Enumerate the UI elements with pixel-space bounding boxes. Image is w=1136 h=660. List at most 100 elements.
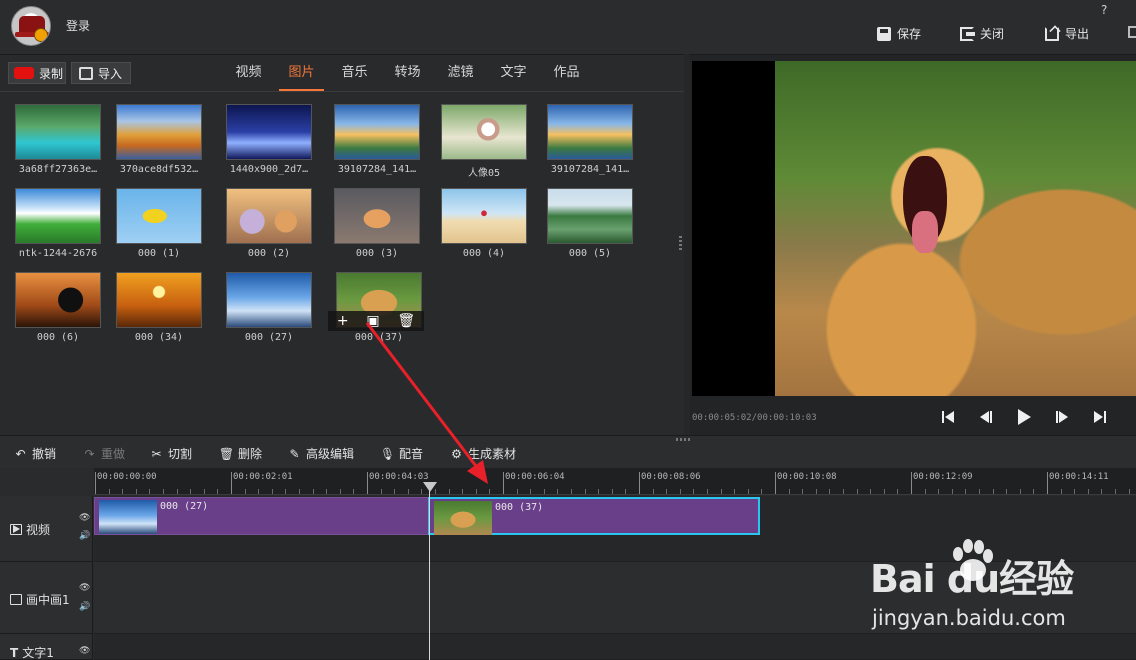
- item-hover-actions: + ▣ 🗑: [328, 311, 424, 331]
- media-item[interactable]: 39107284_141…: [334, 104, 420, 175]
- media-thumbnail: [116, 272, 202, 328]
- ruler-minor-tick: [652, 489, 654, 494]
- media-item[interactable]: 1440x900_2d7…: [226, 104, 312, 175]
- media-item[interactable]: 000 (27): [226, 272, 312, 343]
- window-edge-icon[interactable]: [1128, 26, 1136, 38]
- exit-icon: [960, 26, 975, 41]
- ruler-minor-tick: [625, 489, 627, 494]
- close-button[interactable]: 关闭: [960, 25, 1004, 42]
- ruler-minor-tick: [339, 489, 341, 494]
- ruler-minor-tick: [271, 489, 273, 494]
- ruler-minor-tick: [679, 489, 681, 494]
- ruler-minor-tick: [108, 489, 110, 494]
- add-to-timeline-icon[interactable]: +: [337, 313, 349, 329]
- tab-6[interactable]: 作品: [540, 55, 593, 91]
- login-link[interactable]: 登录: [66, 17, 90, 34]
- media-item[interactable]: 39107284_141…: [547, 104, 633, 175]
- media-item[interactable]: 000 (2): [226, 188, 312, 259]
- watermark-url: jingyan.baidu.com: [872, 606, 1066, 630]
- media-item[interactable]: 000 (5): [547, 188, 633, 259]
- media-caption: 1440x900_2d7…: [229, 164, 309, 175]
- save-icon: [877, 26, 891, 41]
- ruler-minor-tick: [258, 489, 260, 494]
- ruler-minor-tick: [802, 489, 804, 494]
- import-icon: [79, 66, 93, 80]
- timeline-clip[interactable]: 000 (27): [94, 497, 430, 535]
- preview-screen[interactable]: [692, 61, 1136, 396]
- ruler-minor-tick: [951, 489, 953, 494]
- media-caption: 000 (5): [568, 248, 612, 259]
- media-item[interactable]: 000 (34): [116, 272, 202, 343]
- media-thumbnail: [226, 272, 312, 328]
- media-caption: 000 (27): [244, 332, 294, 343]
- media-thumbnail: [441, 188, 527, 244]
- playhead-handle[interactable]: [423, 482, 437, 492]
- playhead[interactable]: [429, 482, 430, 660]
- save-button[interactable]: 保存: [877, 25, 921, 42]
- ruler-label: 00:00:02:01: [233, 472, 293, 482]
- previous-frame-icon[interactable]: [976, 407, 996, 427]
- ruler-minor-tick: [611, 489, 613, 494]
- media-item[interactable]: 370ace8df532…: [116, 104, 202, 175]
- panel-splitter[interactable]: [679, 236, 682, 250]
- cut-button[interactable]: ✂ 切割: [150, 445, 192, 462]
- import-button[interactable]: 导入: [71, 62, 131, 84]
- tab-4[interactable]: 滤镜: [434, 55, 487, 91]
- media-item[interactable]: 000 (4): [441, 188, 527, 259]
- dub-button[interactable]: 🎙 配音: [379, 445, 423, 462]
- skip-to-end-icon[interactable]: [1090, 407, 1110, 427]
- microphone-icon: 🎙: [379, 446, 396, 461]
- tab-2[interactable]: 音乐: [328, 55, 381, 91]
- ruler-minor-tick: [707, 489, 708, 494]
- record-button[interactable]: 录制: [8, 62, 66, 84]
- media-item[interactable]: 000 (37) + ▣ 🗑: [328, 272, 424, 343]
- ruler-minor-tick: [190, 489, 192, 494]
- skip-to-start-icon[interactable]: [938, 407, 958, 427]
- track-header-pip: 画中画1 👁 🔊: [0, 562, 93, 634]
- undo-icon: ↶: [15, 446, 26, 461]
- redo-button[interactable]: ↷ 重做: [83, 445, 125, 462]
- media-item[interactable]: 000 (1): [116, 188, 202, 259]
- clip-thumbnail: [434, 501, 492, 535]
- trash-icon[interactable]: 🗑: [397, 313, 415, 329]
- ruler-minor-tick: [761, 489, 763, 494]
- baidu-watermark: Bai du经验 jingyan.baidu.com: [870, 539, 1130, 648]
- advanced-edit-button[interactable]: ✎ 高级编辑: [288, 445, 354, 462]
- media-library-panel: 录制 导入 视频 图片 音乐 转场 滤镜 文字 作品 3a68ff27363e… 370ace…: [0, 54, 684, 435]
- media-caption: 000 (3): [355, 248, 399, 259]
- ruler-major-tick: [503, 472, 504, 494]
- resize-grip[interactable]: [676, 438, 690, 441]
- eye-icon[interactable]: 👁: [79, 583, 90, 593]
- eye-icon[interactable]: 👁: [79, 513, 90, 523]
- ruler-minor-tick: [870, 489, 872, 494]
- time-ruler[interactable]: 00:00:00:00 00:00:02:01 00:00:04:03 00:00:0…: [94, 468, 1136, 495]
- eye-icon[interactable]: 👁: [79, 646, 90, 656]
- ruler-label: 00:00:10:08: [777, 472, 837, 482]
- media-item[interactable]: 000 (3): [334, 188, 420, 259]
- media-item[interactable]: ntk-1244-2676: [15, 188, 101, 259]
- tab-1[interactable]: 图片: [275, 55, 328, 91]
- timeline-clip-selected[interactable]: 000 (37): [428, 497, 760, 535]
- undo-button[interactable]: ↶ 撤销: [14, 445, 56, 462]
- text-track-icon: T: [10, 645, 19, 660]
- delete-button[interactable]: 🗑 删除: [219, 445, 262, 462]
- export-button[interactable]: 导出: [1045, 25, 1089, 42]
- ruler-label: 00:00:04:03: [369, 472, 429, 482]
- media-item[interactable]: 000 (6): [15, 272, 101, 343]
- next-frame-icon[interactable]: [1052, 407, 1072, 427]
- play-icon[interactable]: [1014, 407, 1034, 427]
- media-item[interactable]: 人像05: [441, 104, 527, 179]
- tab-0[interactable]: 视频: [222, 55, 275, 91]
- tab-5[interactable]: 文字: [487, 55, 540, 91]
- media-thumbnail: [547, 188, 633, 244]
- ruler-minor-tick: [475, 489, 477, 494]
- ruler-minor-tick: [938, 489, 940, 494]
- help-button[interactable]: ?: [1101, 3, 1107, 17]
- tab-3[interactable]: 转场: [381, 55, 434, 91]
- speaker-icon[interactable]: 🔊: [79, 531, 90, 541]
- speaker-icon[interactable]: 🔊: [79, 602, 90, 612]
- pip-icon[interactable]: ▣: [366, 313, 379, 329]
- ruler-minor-tick: [1060, 489, 1062, 494]
- media-item[interactable]: 3a68ff27363e…: [15, 104, 101, 175]
- generate-material-button[interactable]: ⚙ 生成素材: [450, 445, 516, 462]
